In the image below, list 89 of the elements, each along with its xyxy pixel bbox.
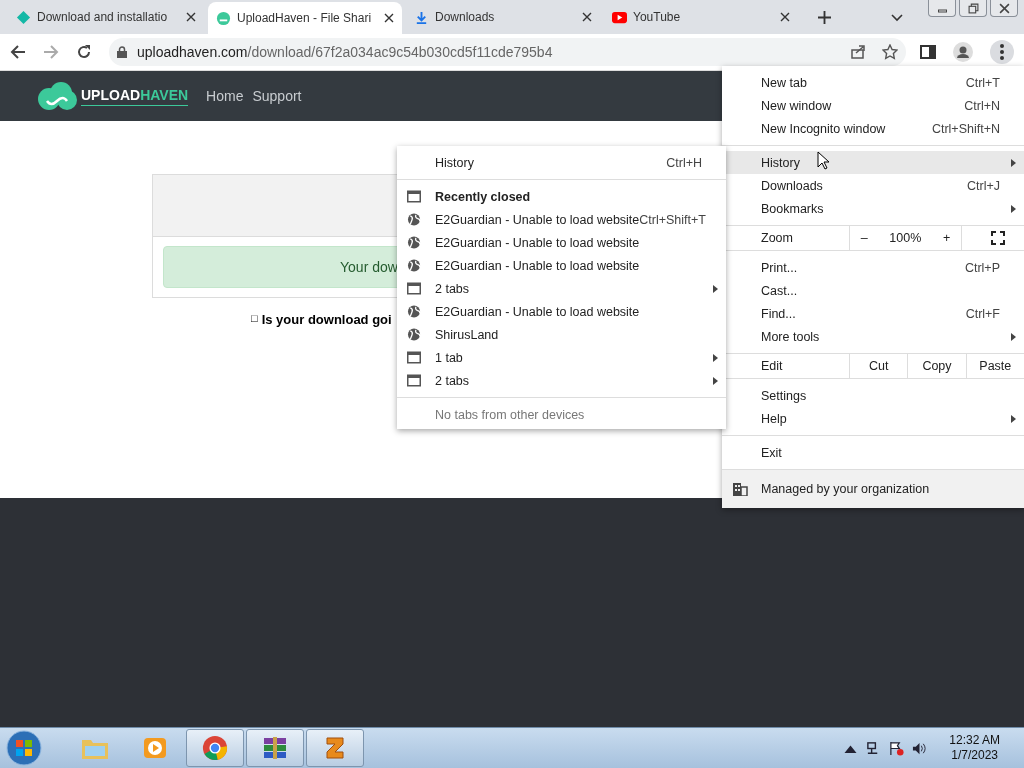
books-icon [261,735,289,761]
shortcut-text: Ctrl+F [965,306,1000,321]
edit-button[interactable]: Cut [850,354,909,378]
restore-button[interactable] [959,0,987,17]
close-icon[interactable] [780,12,790,22]
shortcut-text: Ctrl+T [965,75,1000,90]
menu-item[interactable]: New tab Ctrl+T [722,71,1024,94]
play-icon [612,9,627,25]
tab-title: Downloads [435,10,496,24]
taskbar-button[interactable] [306,729,364,767]
menu-note: No tabs from other devices [434,406,586,424]
submenu-arrow-icon [1011,204,1016,213]
address-bar[interactable]: uploadhaven.com/download/67f2a034ac9c54b030cd5f11cde795b4 [109,38,906,66]
window-icon [407,282,421,295]
browser-tab[interactable]: Downloads [406,2,600,32]
globe-icon [407,259,421,272]
nav-link[interactable]: Home [206,88,244,104]
building-icon [732,482,748,496]
window-icon [407,351,421,364]
cursor-icon [817,151,829,170]
star-icon[interactable] [882,44,898,60]
shortcut-text: Ctrl+N [964,98,1000,113]
zoom-out-button[interactable]: – [856,231,872,245]
globe-icon [407,305,421,318]
shortcut-text: Ctrl+H [666,155,702,170]
menu-item[interactable]: New Incognito window Ctrl+Shift+N [722,117,1024,140]
side-panel-icon[interactable] [920,44,936,60]
close-icon[interactable] [186,12,196,22]
globe-icon [407,213,421,226]
menu-icon[interactable] [990,40,1014,64]
tab-title: Download and installatio [37,10,169,24]
shortcut-text: Ctrl+P [964,260,1000,275]
back-icon[interactable] [10,44,26,60]
reload-icon[interactable] [76,44,92,60]
close-icon[interactable] [384,13,394,23]
nav-link[interactable]: Support [252,88,302,104]
submenu-arrow-icon [713,284,718,293]
shortcut-text: Ctrl+J [967,178,1000,193]
submenu-arrow-icon [713,376,718,385]
globe-icon [407,236,421,249]
browser-tab[interactable]: UploadHaven - File Shari [208,2,402,34]
shortcut-text: Ctrl+Shift+N [931,121,1000,136]
menu-item[interactable]: Exit [722,441,1024,464]
question-text: Is your download goi [261,312,392,327]
lock-icon [117,46,127,58]
submenu-arrow-icon [1011,158,1016,167]
diamond-icon [16,9,31,25]
minimize-icon [936,8,948,13]
chrome-icon [201,735,229,761]
browser-tab[interactable]: Download and installatio [8,2,204,32]
download-icon [414,9,429,25]
start-button[interactable] [6,730,42,766]
submenu-arrow-icon [1011,414,1016,423]
taskbar-button[interactable] [186,729,244,767]
window-icon [407,190,421,203]
fullscreen-icon[interactable] [991,231,1005,245]
site-logo[interactable]: UPLOADHAVEN [81,86,189,106]
question-glyph: □ [251,312,258,326]
tab-title: UploadHaven - File Shari [237,11,373,25]
globe-icon [407,328,421,341]
chevron-icon[interactable] [891,14,903,22]
zoom-value: 100% [888,231,923,245]
close-button[interactable] [990,0,1018,17]
shortcut-text: Ctrl+Shift+T [639,212,706,227]
share-icon[interactable] [850,44,866,60]
url-text: uploadhaven.com/download/67f2a034ac9c54b030cd5f11cde795b4 [137,44,554,60]
minimize-button[interactable] [928,0,956,17]
submenu-arrow-icon [713,353,718,362]
window-icon [407,374,421,387]
speaker-icon[interactable] [912,740,928,756]
zoom-in-button[interactable]: + [938,231,955,245]
cloud-logo-icon [37,81,77,111]
clock-date[interactable]: 1/7/2023 [951,748,998,763]
menu-item[interactable]: Help [722,407,1024,430]
close-icon[interactable] [582,12,592,22]
close-icon [998,2,1010,14]
flag-icon[interactable] [889,740,905,756]
edit-button[interactable]: Paste [966,354,1024,378]
menu-item[interactable]: New window Ctrl+N [722,94,1024,117]
profile-icon[interactable] [953,42,973,62]
submenu-arrow-icon [1011,332,1016,341]
restore-icon [967,2,979,14]
edit-button[interactable]: Copy [908,354,967,378]
taskbar-button[interactable] [246,729,304,767]
browser-tab[interactable]: YouTube [604,2,798,32]
tab-title: YouTube [633,10,682,24]
clock-time[interactable]: 12:32 AM [949,733,1000,748]
play-icon [141,735,169,761]
new-tab-icon[interactable] [818,11,831,24]
